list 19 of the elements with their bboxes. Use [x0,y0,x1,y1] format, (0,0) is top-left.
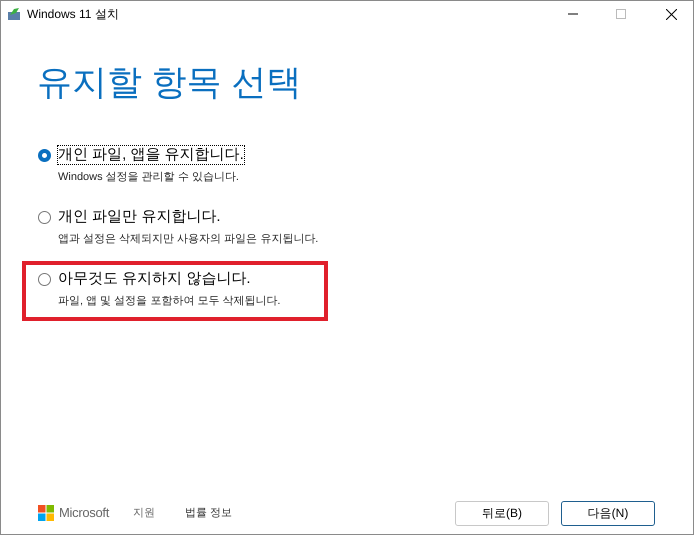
close-icon[interactable] [666,8,677,20]
footer-link[interactable]: 법률 정보 [185,504,232,522]
brand-name: Microsoft [59,504,110,522]
footer-link[interactable]: 지원 [133,504,156,522]
option-label[interactable]: 아무것도 유지하지 않습니다. [58,270,251,288]
option-description: Windows 설정을 관리할 수 있습니다. [58,170,239,184]
radio-button[interactable] [38,272,51,286]
dialog-button[interactable]: 뒤로(B) [455,500,549,526]
option-description: 앱과 설정은 삭제되지만 사용자의 파일은 유지됩니다. [58,232,318,246]
option-description: 파일, 앱 및 설정을 포함하여 모두 삭제됩니다. [58,294,280,308]
logo-icon [38,505,54,521]
option-label[interactable]: 개인 파일, 앱을 유지합니다. [58,146,244,164]
option-label[interactable]: 개인 파일만 유지합니다. [58,208,221,226]
window-title: Windows 11 설치 [27,6,119,23]
dialog-button[interactable]: 다음(N) [561,500,655,526]
radio-button[interactable] [38,210,51,224]
installer-icon [7,7,21,21]
radio-button[interactable] [38,148,51,162]
page-heading: 유지할 항목 선택 [37,62,302,104]
